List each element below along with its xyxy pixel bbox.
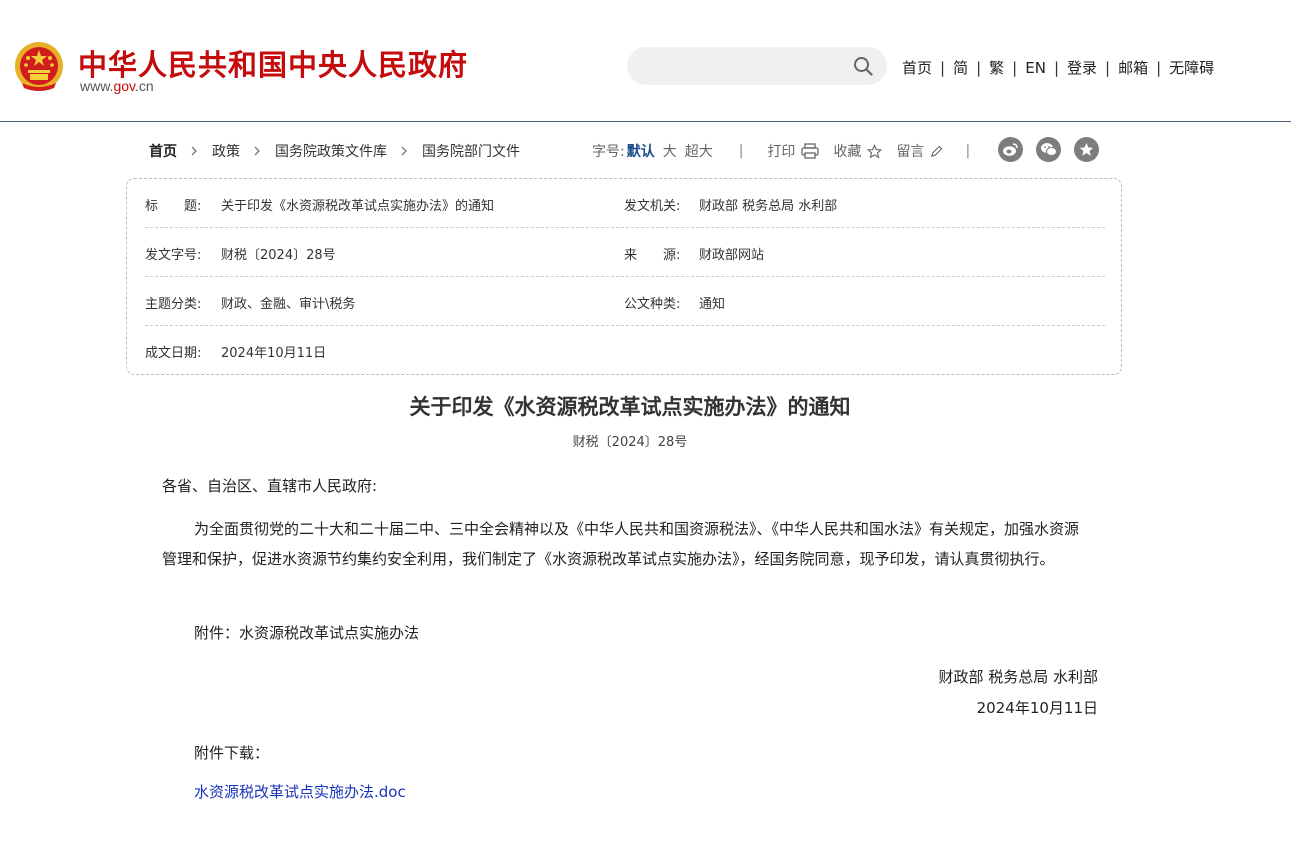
nav-simplified[interactable]: 简 <box>953 57 968 78</box>
attachment-download-link[interactable]: 水资源税改革试点实施办法.doc <box>194 781 406 802</box>
meta-date-value: 2024年10月11日 <box>221 346 327 361</box>
wechat-icon[interactable] <box>1036 137 1061 162</box>
attachment-note: 附件：水资源税改革试点实施办法 <box>194 624 420 642</box>
chevron-right-icon <box>191 146 197 156</box>
font-size-label: 字号: <box>592 144 625 160</box>
chevron-right-icon <box>401 146 407 156</box>
meta-source-label: 来 源: <box>624 248 681 263</box>
tools-divider: | <box>738 143 744 159</box>
meta-source-value: 财政部网站 <box>699 248 765 263</box>
page-tools: 字号: 默认 大 超大 | 打印 收藏 留言 | <box>592 141 970 161</box>
meta-type-label: 公文种类: <box>624 297 681 312</box>
favorite-button[interactable]: 收藏 <box>833 141 883 161</box>
print-label: 打印 <box>767 144 796 160</box>
article-salutation: 各省、自治区、直辖市人民政府: <box>162 477 378 495</box>
weibo-icon[interactable] <box>998 137 1023 162</box>
star-icon[interactable] <box>1074 137 1099 162</box>
article-signer: 财政部 税务总局 水利部 <box>938 668 1098 686</box>
site-header: 中华人民共和国中央人民政府 www.gov.cn 首页 | 简 | 繁 | EN… <box>0 0 1291 122</box>
nav-login[interactable]: 登录 <box>1067 57 1097 78</box>
pencil-icon <box>931 145 943 157</box>
nav-separator: | <box>1105 58 1111 77</box>
comment-button[interactable]: 留言 <box>896 141 943 161</box>
site-url-suffix: .cn <box>135 78 154 94</box>
download-label: 附件下载： <box>194 744 270 762</box>
comment-label: 留言 <box>896 144 925 160</box>
meta-type-value: 通知 <box>699 297 726 312</box>
print-button[interactable]: 打印 <box>767 141 820 161</box>
search-input[interactable] <box>645 47 855 85</box>
favorite-label: 收藏 <box>833 144 862 160</box>
nav-separator: | <box>1156 58 1162 77</box>
nav-home[interactable]: 首页 <box>902 57 932 78</box>
nav-separator: | <box>1012 58 1018 77</box>
national-emblem-icon[interactable] <box>14 41 64 93</box>
meta-issuer-value: 财政部 税务总局 水利部 <box>699 199 838 214</box>
meta-row: 成文日期: 2024年10月11日 <box>145 326 1105 375</box>
meta-topic-label: 主题分类: <box>145 297 202 312</box>
nav-separator: | <box>940 58 946 77</box>
nav-mail[interactable]: 邮箱 <box>1118 57 1148 78</box>
meta-row: 发文字号: 财税〔2024〕28号 来 源: 财政部网站 <box>145 228 1105 277</box>
font-size-xlarge[interactable]: 超大 <box>685 141 713 161</box>
meta-date-label: 成文日期: <box>145 346 202 361</box>
article-doc-number: 财税〔2024〕28号 <box>572 435 688 450</box>
nav-english[interactable]: EN <box>1025 59 1046 77</box>
meta-row: 标 题: 关于印发《水资源税改革试点实施办法》的通知 发文机关: 财政部 税务总… <box>145 179 1105 228</box>
meta-docno-value: 财税〔2024〕28号 <box>221 248 336 263</box>
star-outline-icon <box>867 143 883 158</box>
meta-issuer-label: 发文机关: <box>624 199 681 214</box>
search-box <box>627 47 887 85</box>
breadcrumb-policy[interactable]: 政策 <box>212 141 240 161</box>
article-body: 为全面贯彻党的二十大和二十届二中、三中全会精神以及《中华人民共和国资源税法》、《… <box>162 520 1080 568</box>
nav-accessibility[interactable]: 无障碍 <box>1169 57 1214 78</box>
meta-title-label: 标 题: <box>145 199 202 214</box>
nav-traditional[interactable]: 繁 <box>989 57 1004 78</box>
document-meta-table: 标 题: 关于印发《水资源税改革试点实施办法》的通知 发文机关: 财政部 税务总… <box>126 178 1122 375</box>
breadcrumb-home[interactable]: 首页 <box>149 141 177 161</box>
site-url-prefix: www. <box>80 78 114 94</box>
nav-separator: | <box>976 58 982 77</box>
article-title: 关于印发《水资源税改革试点实施办法》的通知 <box>409 394 851 419</box>
site-url-gov: gov <box>113 78 135 94</box>
meta-title-value: 关于印发《水资源税改革试点实施办法》的通知 <box>221 199 495 214</box>
article-sign-date: 2024年10月11日 <box>976 699 1098 717</box>
printer-icon <box>801 143 820 159</box>
site-url: www.gov.cn <box>80 78 154 94</box>
top-nav: 首页 | 简 | 繁 | EN | 登录 | 邮箱 | 无障碍 <box>902 57 1214 78</box>
meta-topic-value: 财政、金融、审计\税务 <box>221 297 356 312</box>
font-size-default[interactable]: 默认 <box>627 141 655 161</box>
meta-row: 主题分类: 财政、金融、审计\税务 公文种类: 通知 <box>145 277 1105 326</box>
breadcrumb: 首页 政策 国务院政策文件库 国务院部门文件 <box>149 141 520 161</box>
meta-docno-label: 发文字号: <box>145 248 202 263</box>
font-size-large[interactable]: 大 <box>663 141 677 161</box>
breadcrumb-department-docs[interactable]: 国务院部门文件 <box>422 141 520 161</box>
nav-separator: | <box>1053 58 1059 77</box>
chevron-right-icon <box>254 146 260 156</box>
tools-divider: | <box>965 143 971 159</box>
breadcrumb-policy-library[interactable]: 国务院政策文件库 <box>275 141 387 161</box>
search-icon[interactable] <box>853 56 873 76</box>
share-icons <box>998 137 1112 162</box>
